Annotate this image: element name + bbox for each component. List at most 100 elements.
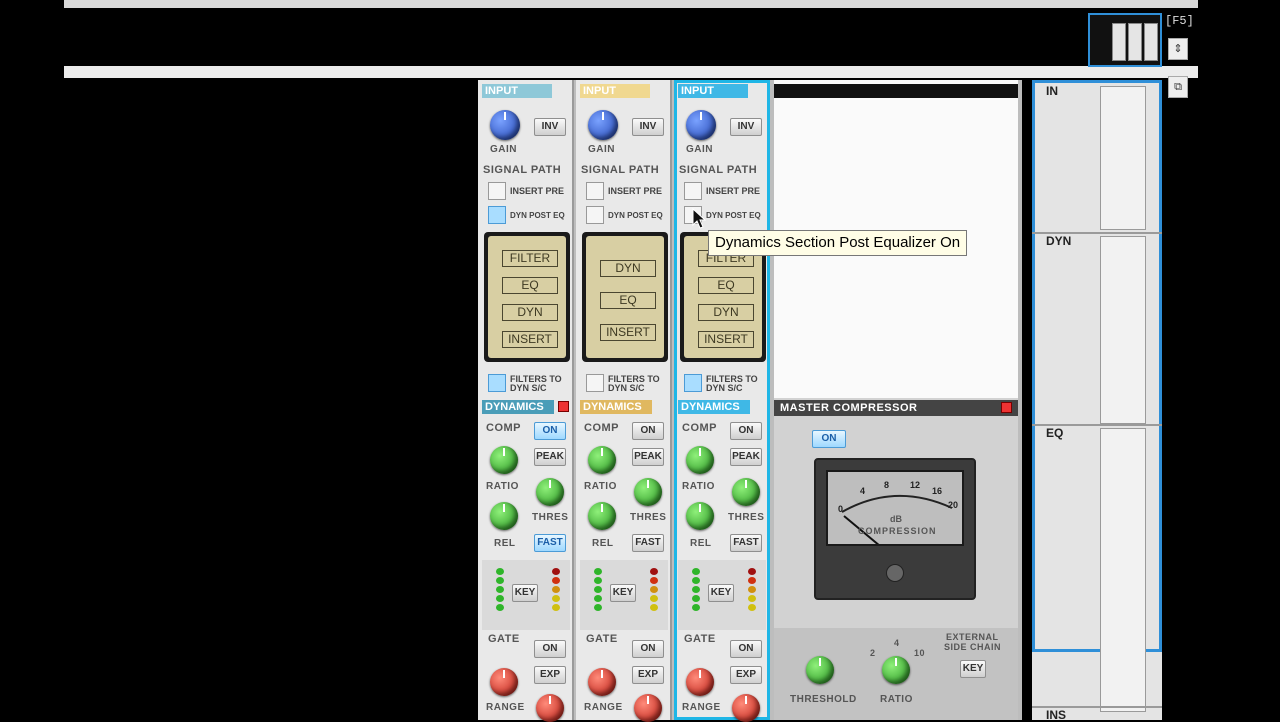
insert-pre-checkbox[interactable] [488,182,506,200]
range-knob[interactable] [490,668,518,696]
master-compressor: MASTER COMPRESSOR ON 0 4 8 12 16 20 dB C… [774,398,1018,720]
filters-to-dyn-sc-checkbox[interactable] [684,374,702,392]
insert-pre-checkbox[interactable] [586,182,604,200]
invert-button[interactable]: INV [632,118,664,136]
peak-button[interactable]: PEAK [534,448,566,466]
fast-button[interactable]: FAST [730,534,762,552]
gate-on-button[interactable]: ON [730,640,762,658]
ratio-mark: 2 [870,648,876,658]
ratio-label: RATIO [682,481,715,492]
nav-mini-eq[interactable] [1100,428,1146,712]
top-bar [64,0,1198,8]
filters-to-dyn-sc-checkbox[interactable] [586,374,604,392]
ratio-mark: 4 [894,638,900,648]
peak-button[interactable]: PEAK [730,448,762,466]
external-label: EXTERNAL [946,632,999,642]
gain-label: GAIN [490,144,517,155]
thres-label: THRES [630,512,667,523]
master-comp-on-button[interactable]: ON [812,430,846,448]
gate-label: GATE [586,633,618,645]
comp-on-button[interactable]: ON [730,422,762,440]
threshold-knob[interactable] [732,478,760,506]
tooltip: Dynamics Section Post Equalizer On [708,230,968,256]
rack-top-bar [64,66,1198,78]
fast-button[interactable]: FAST [632,534,664,552]
insert-pre-checkbox[interactable] [684,182,702,200]
gate-on-button[interactable]: ON [534,640,566,658]
thres-label: THRES [532,512,569,523]
fast-button[interactable]: FAST [534,534,566,552]
meter-tick: 4 [860,486,866,496]
signal-path-block: INSERT [502,331,558,348]
threshold-knob[interactable] [536,694,564,722]
gate-meter-leds [552,568,560,613]
input-header: INPUT [482,84,552,98]
threshold-knob[interactable] [634,694,662,722]
invert-button[interactable]: INV [534,118,566,136]
key-button[interactable]: KEY [512,584,538,602]
dyn-post-eq-checkbox[interactable] [586,206,604,224]
release-knob[interactable] [490,502,518,530]
exp-button[interactable]: EXP [534,666,566,684]
comp-meter-leds [496,568,504,613]
threshold-knob[interactable] [732,694,760,722]
dyn-sc-label: DYN S/C [608,383,645,393]
comp-on-button[interactable]: ON [632,422,664,440]
key-button[interactable]: KEY [610,584,636,602]
compression-meter: 0 4 8 12 16 20 dB COMPRESSION [814,458,976,600]
meter-db-label: dB [890,514,902,524]
gain-knob[interactable] [490,110,520,140]
meter-tick: 0 [838,504,844,514]
signal-path-block: DYN [600,260,656,277]
meter-tick: 8 [884,480,890,490]
ratio-label: RATIO [880,694,913,705]
invert-button[interactable]: INV [730,118,762,136]
filters-to-dyn-sc-checkbox[interactable] [488,374,506,392]
gate-on-button[interactable]: ON [632,640,664,658]
gain-knob[interactable] [588,110,618,140]
threshold-knob[interactable] [806,656,834,684]
threshold-knob[interactable] [536,478,564,506]
master-key-button[interactable]: KEY [960,660,986,678]
rack-navigator-thumbnail[interactable] [1088,13,1162,67]
signal-path-display: DYN EQ INSERT [582,232,668,362]
dyn-sc-label: DYN S/C [510,383,547,393]
nav-section-eq[interactable]: EQ [1046,426,1063,440]
threshold-knob[interactable] [634,478,662,506]
f5-label: [F5] [1165,14,1194,28]
mouse-cursor-icon [692,208,706,229]
comp-meter-leds [692,568,700,613]
gain-knob[interactable] [686,110,716,140]
signal-path-label: SIGNAL PATH [581,164,660,176]
range-knob[interactable] [686,668,714,696]
ratio-knob[interactable] [588,446,616,474]
ratio-knob[interactable] [686,446,714,474]
release-knob[interactable] [588,502,616,530]
thres-label: THRES [728,512,765,523]
key-button[interactable]: KEY [708,584,734,602]
gate-label: GATE [684,633,716,645]
input-header: INPUT [678,84,748,98]
peak-button[interactable]: PEAK [632,448,664,466]
meter-tick: 20 [948,500,959,510]
release-knob[interactable] [686,502,714,530]
comp-on-button[interactable]: ON [534,422,566,440]
detach-icon[interactable]: ⧉ [1168,76,1188,98]
ratio-mark: 10 [914,648,926,658]
signal-path-block: EQ [502,277,558,294]
input-header: INPUT [580,84,650,98]
dyn-post-eq-checkbox[interactable] [488,206,506,224]
signal-path-block: FILTER [502,250,558,267]
rel-label: REL [690,538,712,549]
move-icon[interactable]: ⇕ [1168,38,1188,60]
ratio-knob[interactable] [882,656,910,684]
nav-mini-dyn[interactable] [1100,236,1146,424]
exp-button[interactable]: EXP [730,666,762,684]
meter-adjust-screw-icon [886,564,904,582]
nav-section-in[interactable]: IN [1046,84,1058,98]
exp-button[interactable]: EXP [632,666,664,684]
ratio-knob[interactable] [490,446,518,474]
range-knob[interactable] [588,668,616,696]
nav-section-dyn[interactable]: DYN [1046,234,1071,248]
nav-mini-in[interactable] [1100,86,1146,230]
